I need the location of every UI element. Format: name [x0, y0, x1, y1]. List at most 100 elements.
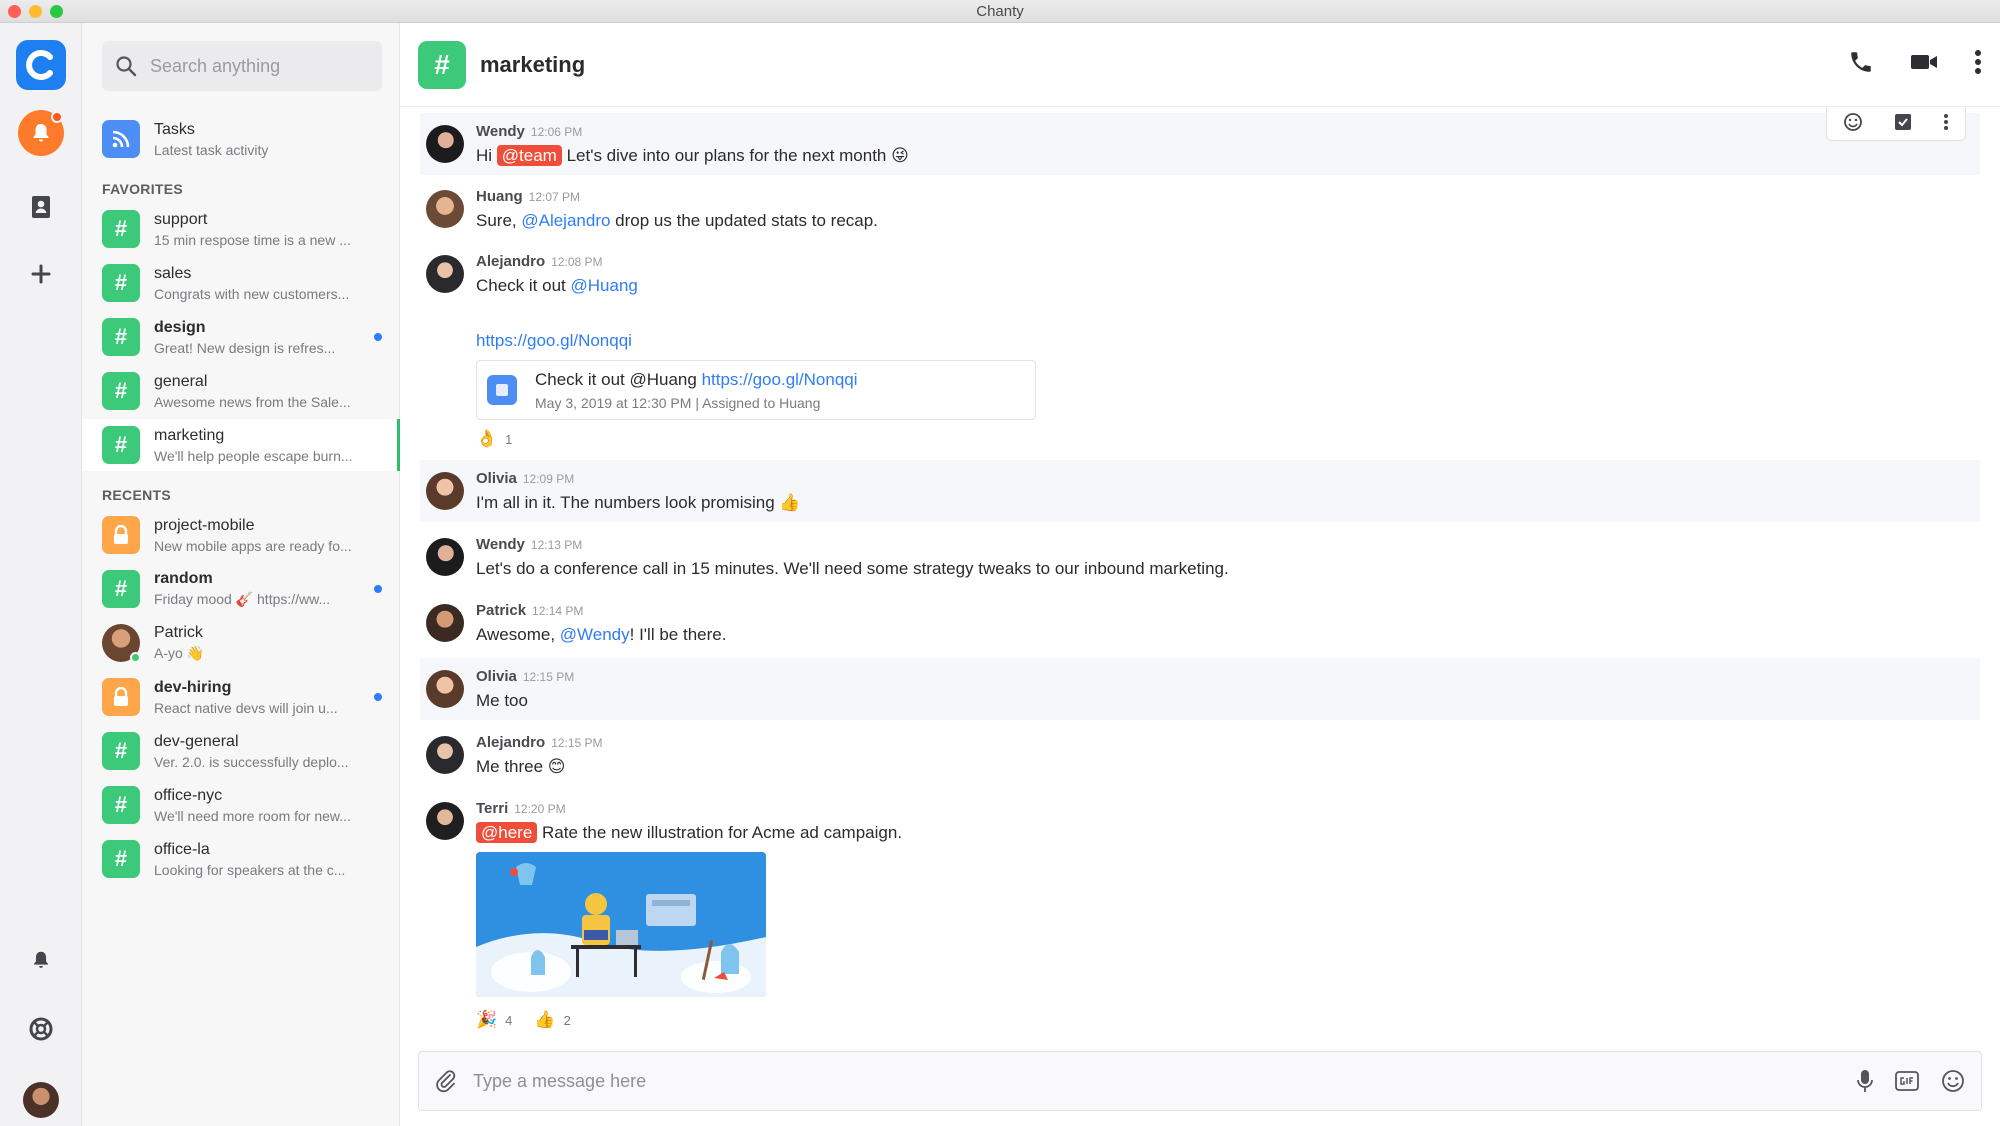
- message-author: Patrick: [476, 602, 527, 619]
- message-author: Terri: [476, 800, 509, 817]
- message-item[interactable]: Olivia 12:09 PM I'm all in it. The number…: [420, 460, 1980, 522]
- sidebar-item-marketing[interactable]: # marketing We'll help people escape bur…: [82, 419, 400, 471]
- sidebar-item-project-mobile[interactable]: project-mobile New mobile apps are ready…: [82, 509, 400, 561]
- sidebar-item-name: design: [154, 318, 206, 336]
- more-vertical-icon[interactable]: [1943, 113, 1949, 131]
- message-text: Me three 😊: [476, 757, 566, 776]
- favorites-section-label: FAVORITES: [102, 181, 184, 197]
- sidebar-item-office-nyc[interactable]: # office-nyc We'll need more room for ne…: [82, 779, 400, 831]
- reaction-count: 2: [563, 1012, 571, 1028]
- paperclip-icon[interactable]: [435, 1069, 457, 1093]
- hash-icon: #: [102, 372, 140, 410]
- reaction-chip[interactable]: 👌 1: [476, 429, 512, 449]
- sidebar-item-patrick[interactable]: Patrick A-yo 👋: [82, 617, 400, 669]
- user-mention[interactable]: @Huang: [571, 276, 638, 295]
- window-titlebar: Chanty: [0, 0, 2000, 23]
- task-title-text: Check it out @Huang: [535, 370, 702, 389]
- sidebar-item-name: marketing: [154, 426, 225, 444]
- message-text: Hi @team Let's dive into our plans for t…: [476, 145, 909, 166]
- phone-icon[interactable]: [1848, 49, 1874, 75]
- avatar: [426, 736, 464, 774]
- search-icon: [116, 56, 137, 77]
- sidebar-item-preview: Great! New design is refres...: [154, 339, 336, 356]
- sidebar-item-preview: Ver. 2.0. is successfully deplo...: [154, 753, 349, 770]
- add-button[interactable]: [0, 263, 82, 285]
- microphone-icon[interactable]: [1857, 1069, 1873, 1093]
- reaction-chip[interactable]: 🎉 4: [476, 1010, 512, 1030]
- reaction-chip[interactable]: 👍 2: [534, 1010, 570, 1030]
- message-item[interactable]: Terri 12:20 PM @here Rate the new illustr…: [420, 790, 1980, 1035]
- task-card[interactable]: Check it out @Huang https://goo.gl/Nonqq…: [476, 360, 1036, 420]
- lock-icon: [114, 525, 128, 544]
- message-meta: Olivia 12:09 PM: [476, 470, 574, 487]
- sidebar-item-general[interactable]: # general Awesome news from the Sale...: [82, 365, 400, 417]
- video-camera-icon[interactable]: [1910, 51, 1938, 73]
- attached-image[interactable]: [476, 852, 766, 997]
- message-author: Wendy: [476, 536, 525, 553]
- message-text-part: Let's dive into our plans for the next m…: [561, 146, 909, 165]
- avatar: [426, 802, 464, 840]
- message-author: Alejandro: [476, 253, 546, 270]
- feed-icon: [112, 130, 130, 148]
- search-input[interactable]: [150, 55, 370, 77]
- task-checkbox-icon[interactable]: [1894, 113, 1912, 131]
- notification-settings-button[interactable]: [0, 948, 82, 972]
- sidebar-item-sales[interactable]: # sales Congrats with new customers...: [82, 257, 400, 309]
- message-text-part: Hi: [476, 146, 497, 165]
- message-item[interactable]: Wendy 12:06 PM Hi @team Let's dive into o…: [420, 108, 1980, 175]
- message-meta: Patrick 12:14 PM: [476, 602, 583, 619]
- message-author: Olivia: [476, 470, 517, 487]
- bell-icon: [33, 124, 49, 142]
- message-item[interactable]: Alejandro 12:15 PM Me three 😊: [420, 724, 1980, 786]
- user-mention[interactable]: @Wendy: [560, 625, 630, 644]
- sidebar-item-dev-general[interactable]: # dev-general Ver. 2.0. is successfully …: [82, 725, 400, 777]
- avatar: [426, 472, 464, 510]
- emoji-icon[interactable]: [1941, 1069, 1965, 1093]
- message-meta: Wendy 12:06 PM: [476, 123, 582, 140]
- mention-pill[interactable]: @team: [496, 145, 562, 166]
- message-meta: Terri 12:20 PM: [476, 800, 566, 817]
- gif-icon[interactable]: [1895, 1070, 1919, 1092]
- emoji-icon[interactable]: [1843, 112, 1863, 132]
- hash-icon: #: [102, 264, 140, 302]
- user-mention[interactable]: @Alejandro: [521, 211, 610, 230]
- task-title: Check it out @Huang https://goo.gl/Nonqq…: [535, 370, 858, 390]
- message-link[interactable]: https://goo.gl/Nonqqi: [476, 331, 632, 351]
- profile-avatar[interactable]: [0, 1082, 82, 1118]
- notifications-feed-button[interactable]: [0, 110, 82, 156]
- mention-pill[interactable]: @here: [476, 822, 538, 843]
- contacts-button[interactable]: [0, 195, 82, 219]
- more-vertical-icon[interactable]: [1974, 49, 1982, 75]
- message-time: 12:09 PM: [522, 472, 575, 486]
- message-item[interactable]: Huang 12:07 PM Sure, @Alejandro drop us t…: [420, 178, 1980, 240]
- search-box[interactable]: [102, 41, 382, 91]
- sidebar-item-support[interactable]: # support 15 min respose time is a new .…: [82, 203, 400, 255]
- hash-icon: #: [102, 570, 140, 608]
- app-logo[interactable]: [0, 40, 82, 90]
- task-link[interactable]: https://goo.gl/Nonqqi: [702, 370, 858, 389]
- message-item[interactable]: Patrick 12:14 PM Awesome, @Wendy! I'll be…: [420, 592, 1980, 654]
- lock-icon: [114, 687, 128, 706]
- message-list: Wendy 12:06 PM Hi @team Let's dive into o…: [400, 108, 2000, 1048]
- message-meta: Huang 12:07 PM: [476, 188, 580, 205]
- sidebar-item-design[interactable]: # design Great! New design is refres...: [82, 311, 400, 363]
- reaction-count: 1: [505, 431, 513, 447]
- message-composer: [418, 1051, 1982, 1111]
- message-time: 12:07 PM: [528, 190, 581, 204]
- sidebar-item-name: project-mobile: [154, 516, 255, 534]
- message-item[interactable]: Wendy 12:13 PM Let's do a conference call…: [420, 526, 1980, 588]
- sidebar-item-dev-hiring[interactable]: dev-hiring React native devs will join u…: [82, 671, 400, 723]
- hash-icon: #: [102, 840, 140, 878]
- recents-section-label: RECENTS: [102, 487, 171, 503]
- message-item[interactable]: Olivia 12:15 PM Me too: [420, 658, 1980, 720]
- help-button[interactable]: [0, 1016, 82, 1042]
- sidebar-item-office-la[interactable]: # office-la Looking for speakers at the …: [82, 833, 400, 885]
- message-text: I'm all in it. The numbers look promisin…: [476, 493, 801, 512]
- message-time: 12:08 PM: [551, 255, 603, 269]
- sidebar-item-random[interactable]: # random Friday mood 🎸 https://ww...: [82, 563, 400, 615]
- chanty-logo-icon: [26, 50, 53, 80]
- message-item[interactable]: Alejandro 12:08 PM Check it out @Huang ht…: [420, 243, 1980, 455]
- message-text-part: drop us the updated stats to recap.: [610, 211, 878, 230]
- message-input[interactable]: [473, 1070, 1773, 1092]
- sidebar-item-tasks[interactable]: Tasks Latest task activity: [82, 113, 400, 165]
